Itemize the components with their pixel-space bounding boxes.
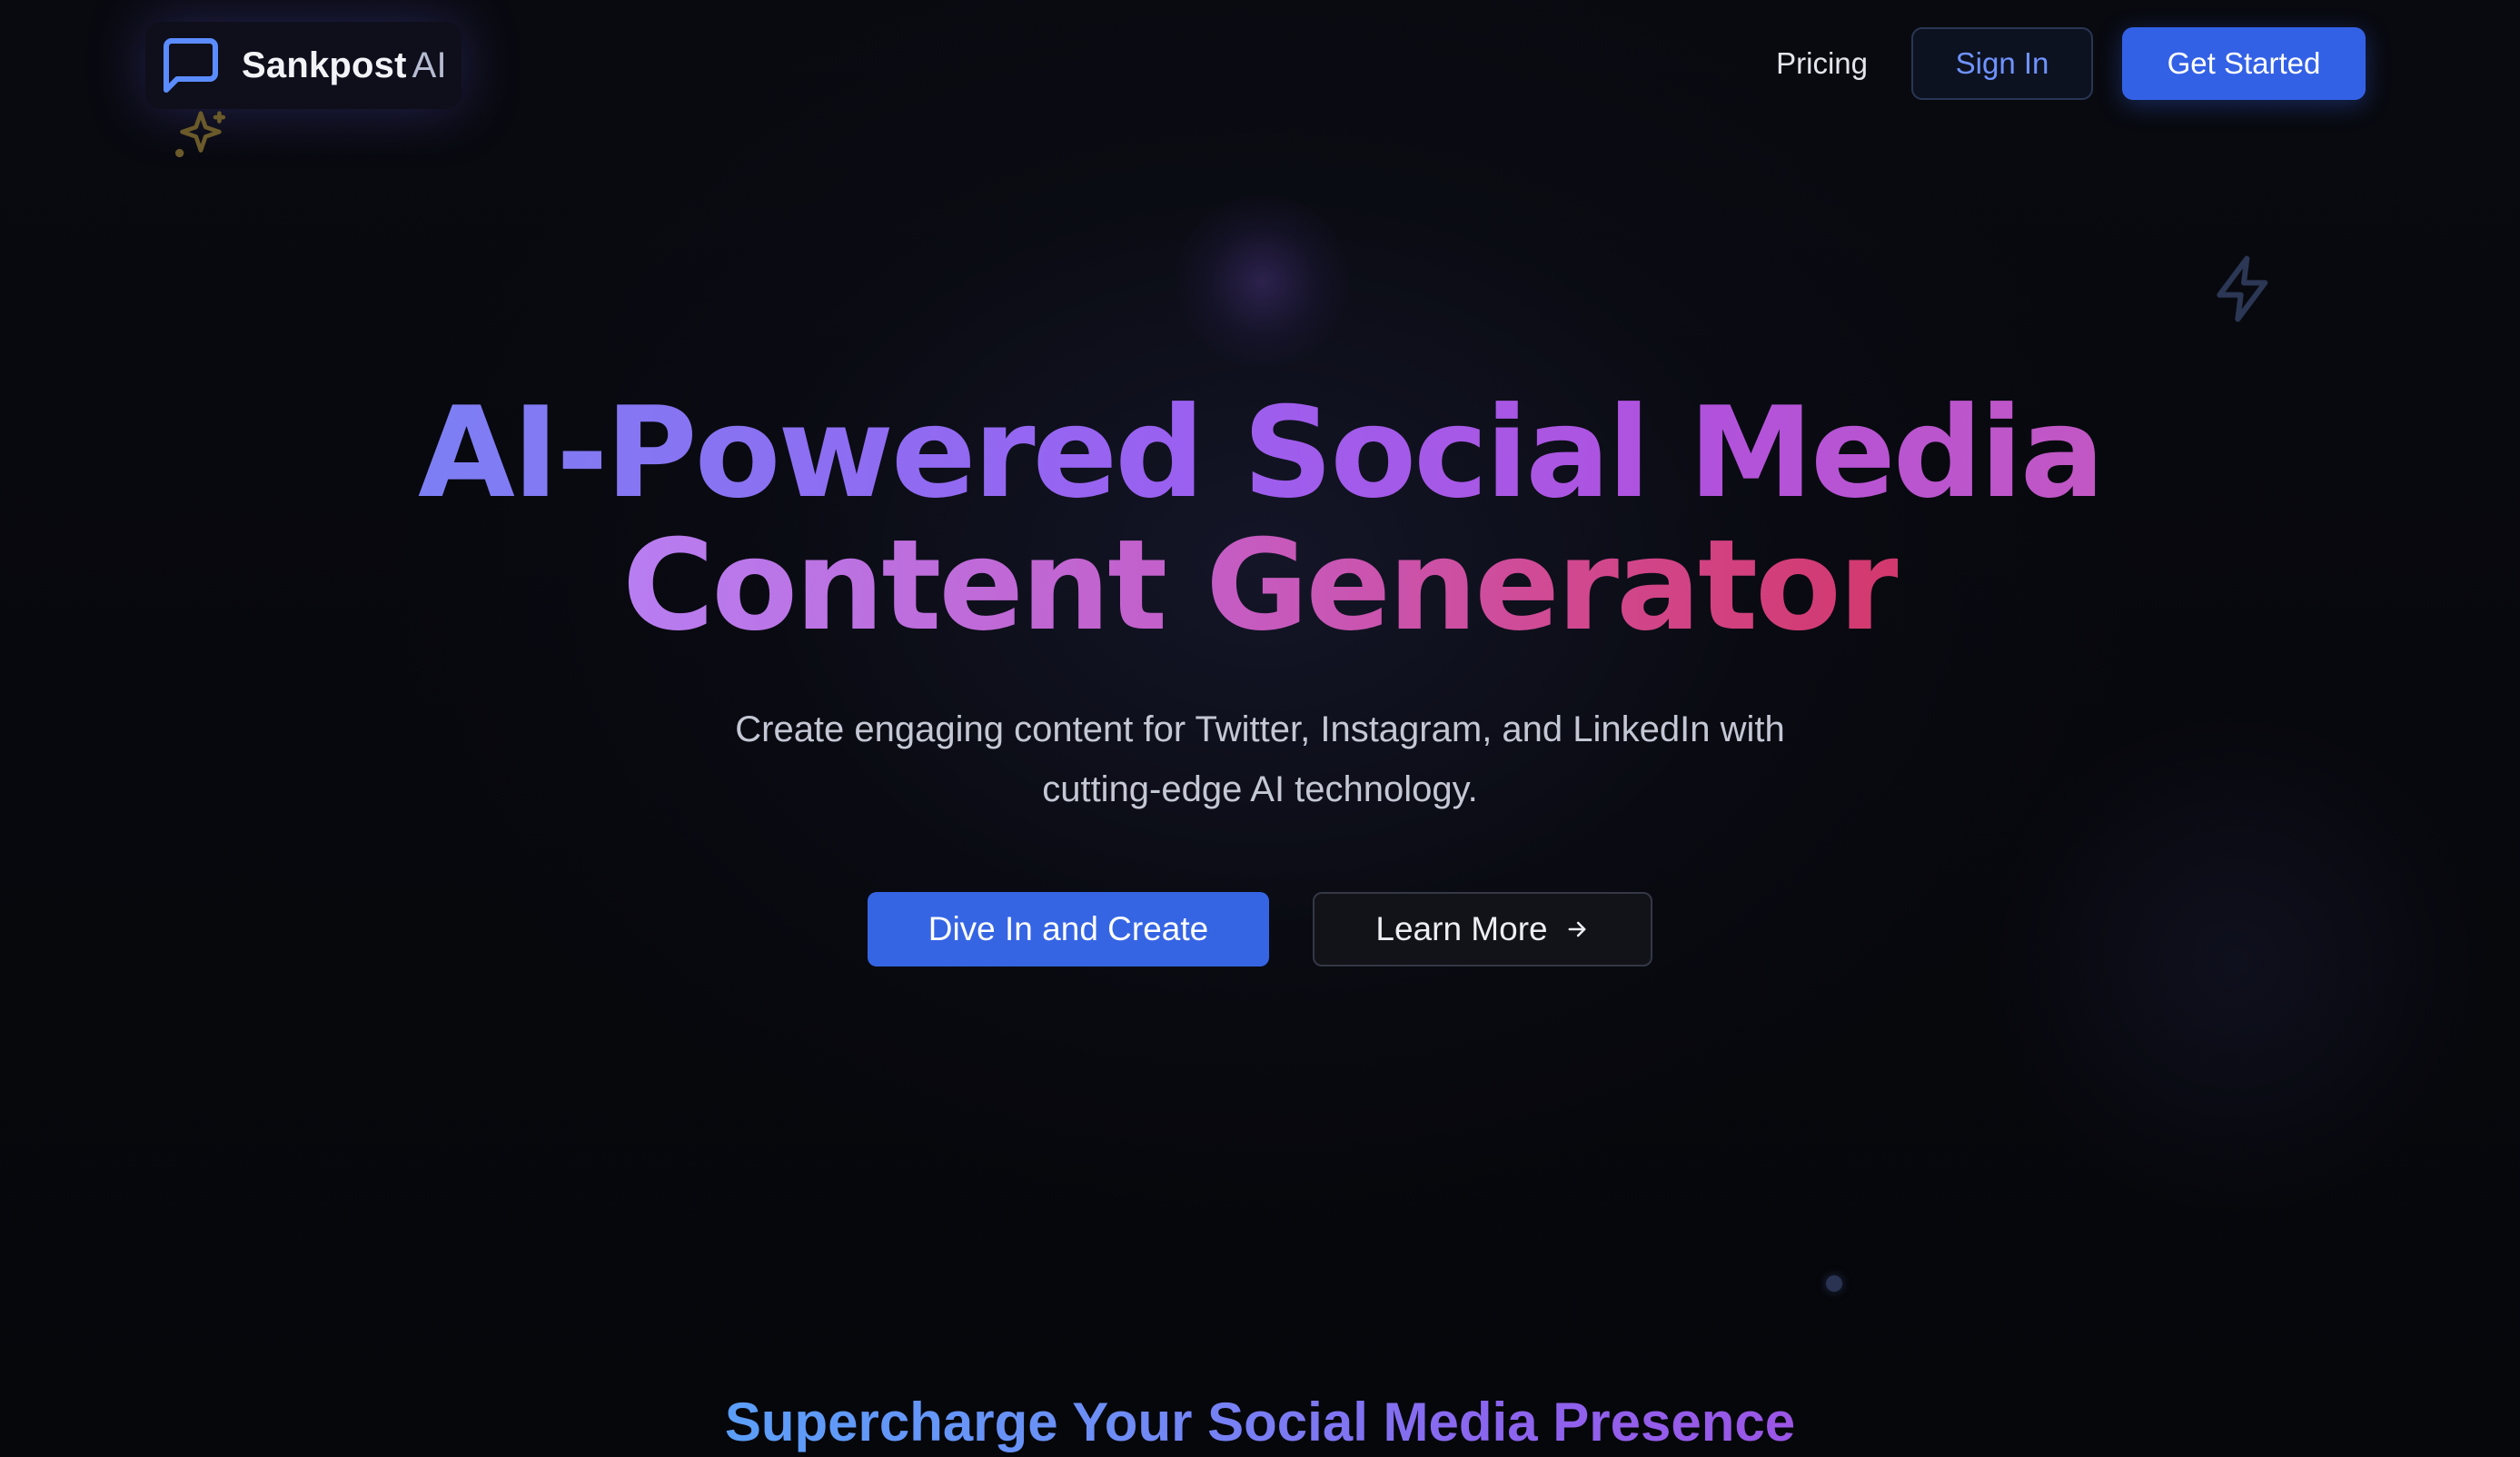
hero-subtitle-line2: cutting-edge AI technology. [1042,769,1478,809]
hero-subtitle-line1: Create engaging content for Twitter, Ins… [735,709,1785,749]
learn-more-button[interactable]: Learn More [1313,892,1652,966]
sparkle-icon [169,105,233,169]
arrow-right-icon [1564,917,1590,942]
section-title: Supercharge Your Social Media Presence [0,1388,2520,1457]
lightning-bolt-icon [2207,253,2280,325]
nav-actions: Pricing Sign In Get Started [1776,27,2366,100]
learn-more-label: Learn More [1375,910,1548,947]
top-navbar: Sankpost AI Pricing Sign In Get Started [0,0,2520,131]
section-title-text: Supercharge Your Social Media Presence [725,1388,1795,1457]
brand-logo-link[interactable]: Sankpost AI [145,22,461,109]
brand-suffix: AI [412,45,447,85]
nav-link-pricing[interactable]: Pricing [1776,46,1868,81]
hero-title-line1: AI-Powered Social Media [418,380,2105,526]
dive-in-button[interactable]: Dive In and Create [868,892,1269,966]
chat-bubble-icon [158,33,223,98]
hero-title: AI-Powered Social Media Content Generato… [0,387,2520,652]
hero-title-line2: Content Generator [622,512,1900,659]
get-started-button[interactable]: Get Started [2122,27,2366,100]
brand-text: Sankpost AI [242,45,447,86]
hero-cta-group: Dive In and Create Learn More [0,892,2520,966]
brand-name: Sankpost [242,45,407,85]
hero-subtitle: Create engaging content for Twitter, Ins… [0,699,2520,819]
sign-in-button[interactable]: Sign In [1911,27,2093,100]
decorative-dot [1826,1275,1842,1292]
center-glow [1176,195,1349,368]
